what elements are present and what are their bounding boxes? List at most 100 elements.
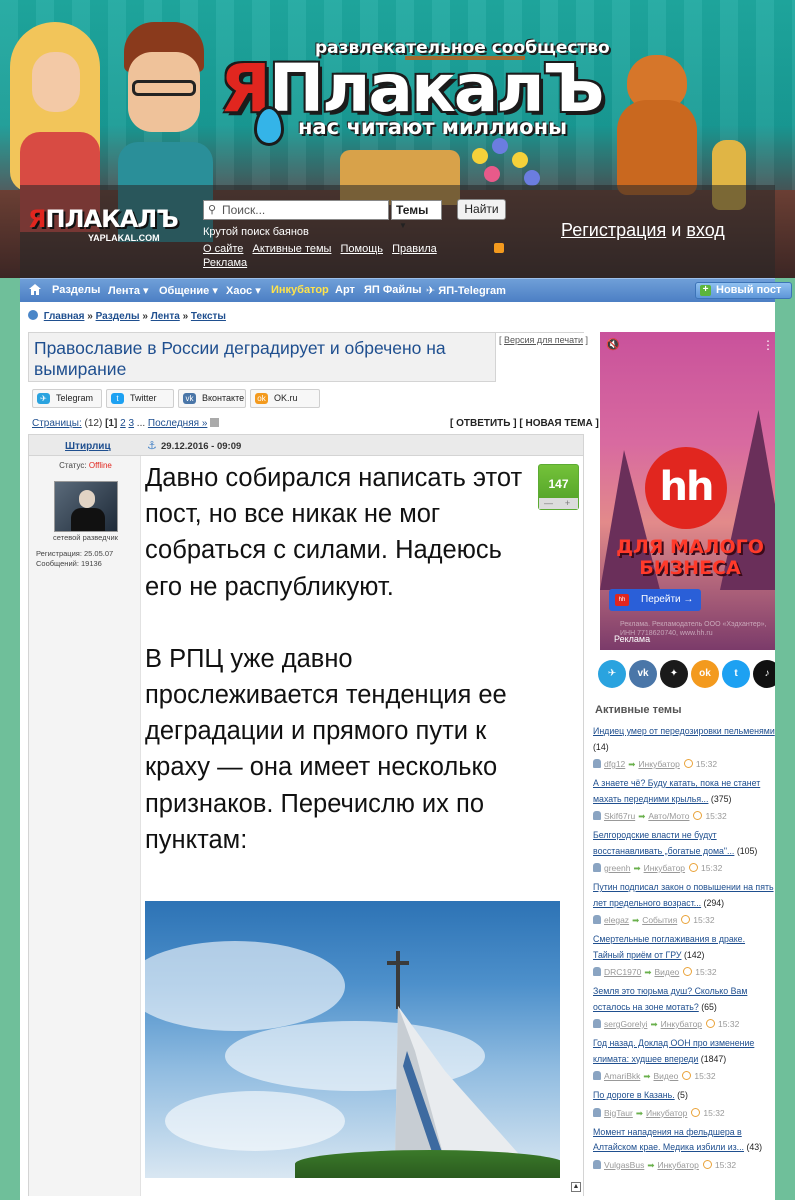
mute-icon[interactable]: 🔇	[606, 338, 620, 351]
active-topic-link[interactable]: Земля это тюрьма душ? Сколько Вам остало…	[593, 986, 747, 1012]
active-topic-link[interactable]: Индиец умер от передозировки пельменями	[593, 726, 775, 736]
post-image-church[interactable]	[145, 901, 560, 1178]
new-post-button[interactable]: + Новый пост	[695, 282, 792, 299]
active-topic-link[interactable]: Путин подписал закон о повышении на пять…	[593, 882, 774, 908]
active-topic-user[interactable]: elegaz	[604, 915, 629, 925]
pager-arrow-icon[interactable]	[210, 418, 220, 427]
post-author[interactable]: Штирлиц	[65, 441, 111, 452]
site-logo[interactable]: развлекательное сообщество ЯПлакалЪ нас …	[220, 30, 620, 150]
list-item: Момент нападения на фельдшера в Алтайско…	[593, 1125, 775, 1172]
anchor-icon[interactable]: ⚓	[147, 439, 157, 452]
nav-item-files[interactable]: ЯП Файлы	[364, 284, 422, 296]
author-messages: Сообщений: 19136	[36, 559, 102, 568]
header-link-rules[interactable]: Правила	[392, 243, 437, 255]
active-topic-section[interactable]: Инкубатор	[646, 1108, 687, 1118]
status-value: Offline	[88, 461, 112, 470]
active-topic-link[interactable]: По дороге в Казань.	[593, 1090, 675, 1100]
pager-page-3[interactable]: 3	[128, 418, 134, 429]
breadcrumb: Главная » Разделы » Лента » Тексты	[28, 310, 226, 322]
active-topic-section[interactable]: Инкубатор	[644, 863, 685, 873]
header-link-help[interactable]: Помощь	[341, 243, 384, 255]
header-link-ads[interactable]: Реклама	[203, 257, 247, 269]
active-topic-section[interactable]: Инкубатор	[638, 759, 679, 769]
vk-icon[interactable]: vk	[629, 660, 657, 688]
active-topic-link[interactable]: Год назад. Доклад ООН про изменение клим…	[593, 1038, 754, 1064]
login-link[interactable]: вход	[686, 220, 724, 240]
active-topic-user[interactable]: sergGorelyi	[604, 1019, 647, 1029]
active-topic-section[interactable]: Инкубатор	[657, 1160, 698, 1170]
print-version-link[interactable]: Версия для печати	[504, 335, 583, 345]
active-topic-user[interactable]: BigTaur	[604, 1108, 633, 1118]
pager-label[interactable]: Страницы:	[32, 418, 82, 429]
breadcrumb-feed[interactable]: Лента	[151, 311, 180, 322]
active-topic-user[interactable]: AmariBkk	[604, 1071, 640, 1081]
vote-down-button[interactable]: —	[539, 498, 558, 509]
pager-page-2[interactable]: 2	[120, 418, 126, 429]
clock-icon	[689, 863, 699, 872]
share-vk-button[interactable]: vk Вконтакте	[178, 389, 246, 408]
telegram-icon[interactable]: ✈	[598, 660, 626, 688]
ad-go-button[interactable]: hh Перейти →	[609, 589, 701, 611]
more-icon[interactable]: ⋮	[762, 338, 774, 352]
avatar[interactable]	[54, 481, 118, 532]
active-topic-link[interactable]: А знаете чё? Буду катать, пока не станет…	[593, 778, 760, 804]
rss-icon[interactable]	[494, 243, 504, 253]
register-link[interactable]: Регистрация	[561, 220, 666, 240]
search-placeholder: Поиск...	[222, 203, 266, 217]
header-link-active-topics[interactable]: Активные темы	[252, 243, 331, 255]
header-link-about[interactable]: О сайте	[203, 243, 243, 255]
active-topic-link[interactable]: Момент нападения на фельдшера в Алтайско…	[593, 1127, 744, 1153]
share-telegram-button[interactable]: ✈ Telegram	[32, 389, 102, 408]
search-input[interactable]: ⚲ Поиск...	[203, 200, 389, 220]
twitter-icon[interactable]: t	[722, 660, 750, 688]
pager-last[interactable]: Последняя »	[148, 418, 207, 429]
nav-item-chaos[interactable]: Хаос ▾	[226, 284, 261, 297]
nav-item-sections[interactable]: Разделы	[52, 284, 100, 296]
active-topic-count: (142)	[683, 949, 705, 960]
active-topic-link[interactable]: Смертельные поглаживания в драке. Тайный…	[593, 934, 745, 960]
nav-item-feed[interactable]: Лента ▾	[108, 284, 149, 297]
nav-item-telegram[interactable]: ✈ ЯП-Telegram	[426, 284, 506, 297]
vote-up-button[interactable]: +	[558, 498, 577, 509]
new-topic-button[interactable]: [ НОВАЯ ТЕМА ]	[519, 418, 598, 429]
reply-button[interactable]: [ ОТВЕТИТЬ ]	[450, 418, 517, 429]
post-date: 29.12.2016 - 09:09	[161, 441, 242, 452]
nav-item-art[interactable]: Арт	[335, 284, 355, 296]
active-topic-user[interactable]: DRC1970	[604, 967, 641, 977]
compass-icon[interactable]: ✦	[660, 660, 688, 688]
active-topic-link[interactable]: Белгородские власти не будут восстанавли…	[593, 830, 734, 856]
active-topic-section[interactable]: Видео	[654, 967, 679, 977]
active-topic-section[interactable]: Авто/Мото	[648, 811, 689, 821]
active-topic-time: 15:32	[695, 967, 717, 977]
ad-banner[interactable]: 🔇 ⋮ hh ДЛЯ МАЛОГО БИЗНЕСА hh Перейти → Р…	[600, 332, 775, 650]
breadcrumb-home[interactable]: Главная	[44, 311, 85, 322]
breadcrumb-texts[interactable]: Тексты	[191, 311, 226, 322]
active-topic-time: 15:32	[694, 1071, 716, 1081]
find-button[interactable]: Найти	[457, 199, 506, 220]
active-topic-section[interactable]: События	[642, 915, 677, 925]
list-item: Путин подписал закон о повышении на пять…	[593, 880, 775, 927]
clock-icon	[706, 1019, 716, 1028]
active-topic-section[interactable]: Видео	[654, 1071, 679, 1081]
small-logo[interactable]: ЯПЛАКАЛЪ YAPLAKAL.COM	[28, 205, 179, 243]
active-topic-user[interactable]: VulgasBus	[604, 1160, 644, 1170]
breadcrumb-sections[interactable]: Разделы	[96, 311, 140, 322]
ok-icon[interactable]: ok	[691, 660, 719, 688]
scroll-top-icon[interactable]: ▲	[571, 1182, 581, 1192]
active-topic-time: 15:32	[705, 811, 727, 821]
tiktok-icon[interactable]: ♪	[753, 660, 775, 688]
nav-item-incubator[interactable]: Инкубатор	[271, 284, 329, 296]
home-icon[interactable]	[29, 284, 41, 295]
small-logo-url: YAPLAKAL.COM	[88, 233, 160, 243]
themes-select[interactable]: Темы ▼	[391, 200, 442, 230]
post-body: Давно собирался написать этот пост, но в…	[142, 456, 584, 1196]
nav-item-chat[interactable]: Общение ▾	[159, 284, 218, 297]
active-topic-section[interactable]: Инкубатор	[661, 1019, 702, 1029]
reply-links: [ ОТВЕТИТЬ ] [ НОВАЯ ТЕМА ]	[450, 418, 599, 429]
active-topic-user[interactable]: greenh	[604, 863, 630, 873]
active-topic-user[interactable]: dfg12	[604, 759, 625, 769]
share-twitter-button[interactable]: t Twitter	[106, 389, 174, 408]
active-topic-user[interactable]: Skif67ru	[604, 811, 635, 821]
share-ok-button[interactable]: ok OK.ru	[250, 389, 320, 408]
breadcrumb-sep: »	[142, 311, 148, 322]
